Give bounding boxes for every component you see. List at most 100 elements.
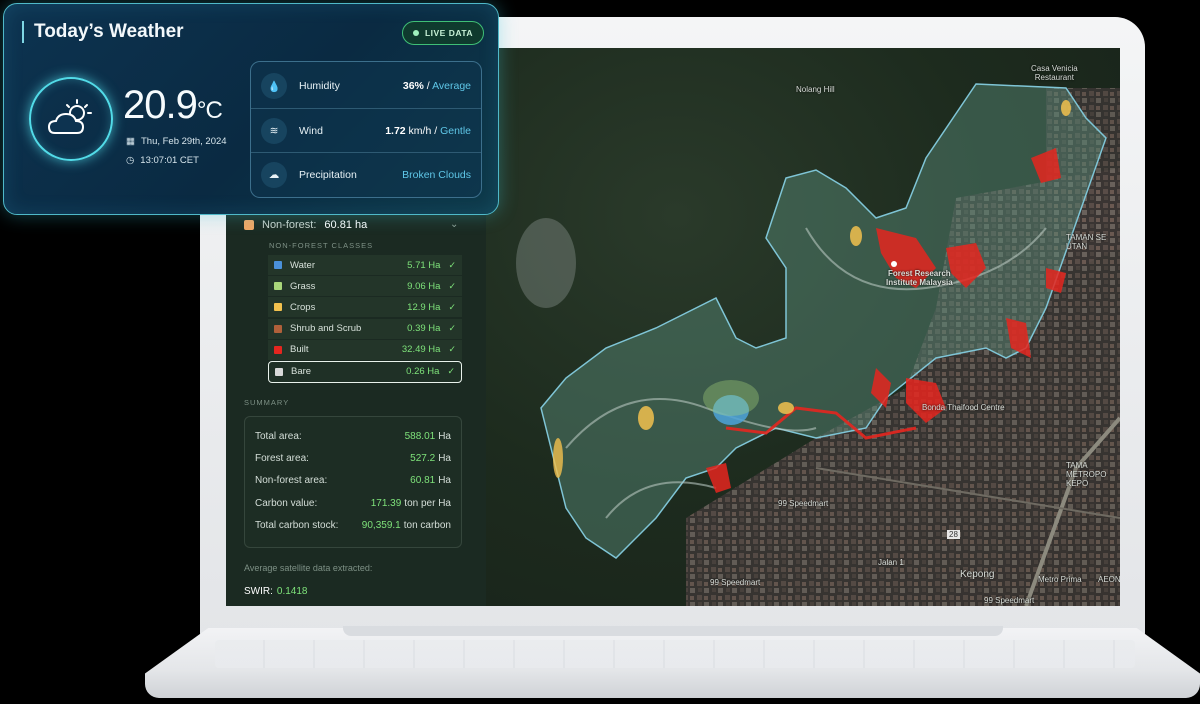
map-view[interactable]: Nolang Hill Casa Venicia Restaurant Fore… [486,48,1120,606]
class-name: Shrub and Scrub [290,323,362,335]
summary-unit: ton carbon [403,520,451,532]
crops-swatch [274,303,282,312]
class-name: Water [290,259,315,271]
map-label-speedmart-1: 99 Speedmart [778,499,829,508]
wind-label: Wind [299,125,323,137]
summary-value: 588.01 [404,430,436,442]
grass-swatch [274,282,282,291]
check-icon: ✓ [448,344,456,355]
class-name: Bare [291,366,312,378]
precipitation-row: ☁ Precipitation Broken Clouds [251,152,481,197]
time-text: 13:07:01 CET [140,155,199,166]
non-forest-class-list: Water 5.71 Ha ✓ Grass 9.06 Ha ✓ Crops 12… [268,255,462,384]
swir-value: 0.1418 [276,586,308,597]
summary-label: Total area: [255,430,302,442]
class-name: Built [290,344,309,356]
summary-label: Carbon value: [255,497,318,509]
summary-unit: ton per Ha [404,497,451,509]
summary-unit: Ha [438,475,451,487]
clock-icon: ◷ [126,155,135,166]
summary-value: 171.39 [370,497,402,509]
summary-row-carbon-value: Carbon value: 171.39 ton per Ha [245,492,461,514]
weather-time: ◷ 13:07:01 CET [126,155,199,166]
chevron-down-icon[interactable]: ⌄ [450,219,458,230]
non-forest-classes-title: NON-FOREST CLASSES [269,241,374,250]
poi-marker [891,261,897,267]
temperature-unit: °C [196,97,223,124]
weather-details: 💧 Humidity 36% / Average ≋ Wind 1.72 km/… [250,61,482,198]
humidity-value: 36% / Average [402,80,471,92]
precipitation-label: Precipitation [299,169,357,181]
live-data-label: LIVE DATA [424,28,474,38]
bare-swatch [275,367,283,376]
class-row-shrub[interactable]: Shrub and Scrub 0.39 Ha ✓ [268,318,462,339]
class-name: Crops [290,301,316,313]
check-icon: ✓ [448,301,456,312]
calendar-icon: ▦ [126,136,135,147]
cloud [516,218,576,308]
crops-patch [850,226,862,246]
built-patch [706,463,731,493]
check-icon: ✓ [448,259,456,270]
wind-icon: ≋ [261,118,287,144]
map-label-metro-prima: Metro Prima [1038,575,1082,584]
live-dot-icon [412,30,419,36]
temperature-number: 20.9 [123,83,198,127]
summary-box: Total area: 588.01 Ha Forest area: 527.2 H… [244,416,462,548]
wind-row: ≋ Wind 1.72 km/h / Gentle [251,108,481,153]
map-label-nolang-hill: Nolang Hill [796,85,835,94]
weather-card: Today’s Weather LIVE DATA 20.9°C ▦ Thu, … [3,3,499,215]
summary-value: 60.81 [410,475,436,487]
shrub-swatch [274,324,282,333]
cloud-icon: ☁ [261,162,287,188]
built-swatch [274,345,282,354]
wind-value: 1.72 km/h / Gentle [385,125,471,137]
summary-title: SUMMARY [244,398,290,407]
summary-value: 527.2 [410,453,436,465]
class-row-bare[interactable]: Bare 0.26 Ha ✓ [268,360,462,383]
map-label-taman-2: TAMA METROPO KEPO [1066,461,1107,488]
map-label-kepong: Kepong [960,569,995,580]
class-value: 0.26 Ha [406,366,440,378]
summary-row-forest-area: Forest area: 527.2 Ha [245,447,461,469]
class-value: 9.06 Ha [407,280,441,292]
map-label-taman-1: TAMAN SE UTAN [1066,233,1107,251]
map-label-speedmart-2: 99 Speedmart [710,578,761,587]
class-value: 5.71 Ha [407,259,441,271]
map-label-road-28: 28 [947,530,960,539]
class-row-crops[interactable]: Crops 12.9 Ha ✓ [268,297,462,318]
crops-patch [1061,100,1071,116]
summary-label: Total carbon stock: [255,520,339,532]
summary-label: Non-forest area: [255,475,328,487]
live-data-badge[interactable]: LIVE DATA [402,21,484,45]
avg-satellite-label: Average satellite data extracted: [244,563,373,573]
map-label-aeon: AEON [1098,575,1120,584]
class-name: Grass [290,280,316,292]
swir-label: SWIR: [244,586,273,597]
class-value: 32.49 Ha [401,344,441,356]
droplet-icon: 💧 [261,73,287,99]
class-row-water[interactable]: Water 5.71 Ha ✓ [268,255,462,275]
non-forest-value: 60.81 ha [324,219,368,231]
summary-row-total-area: Total area: 588.01 Ha [245,425,461,447]
check-icon: ✓ [447,366,455,377]
check-icon: ✓ [448,280,456,291]
laptop-notch [343,626,1003,636]
map-label-bonda: Bonda Thaifood Centre [922,403,1005,412]
class-value: 12.9 Ha [407,301,441,313]
class-row-grass[interactable]: Grass 9.06 Ha ✓ [268,276,462,297]
laptop-keyboard [215,640,1135,668]
map-label-institute: Forest Research Institute Malaysia [886,269,953,287]
summary-unit: Ha [438,430,451,442]
class-row-built[interactable]: Built 32.49 Ha ✓ [268,339,462,360]
grass-patch [703,380,759,416]
non-forest-label: Non-forest: [262,219,317,231]
humidity-label: Humidity [299,80,340,92]
non-forest-header[interactable]: Non-forest: 60.81 ha [244,219,367,231]
crops-patch [778,402,794,414]
partly-cloudy-icon [47,99,92,134]
swir-readout: SWIR: 0.1418 [244,586,307,597]
weather-title: Today’s Weather [22,21,184,43]
map-canvas [516,83,1120,606]
summary-unit: Ha [438,453,451,465]
